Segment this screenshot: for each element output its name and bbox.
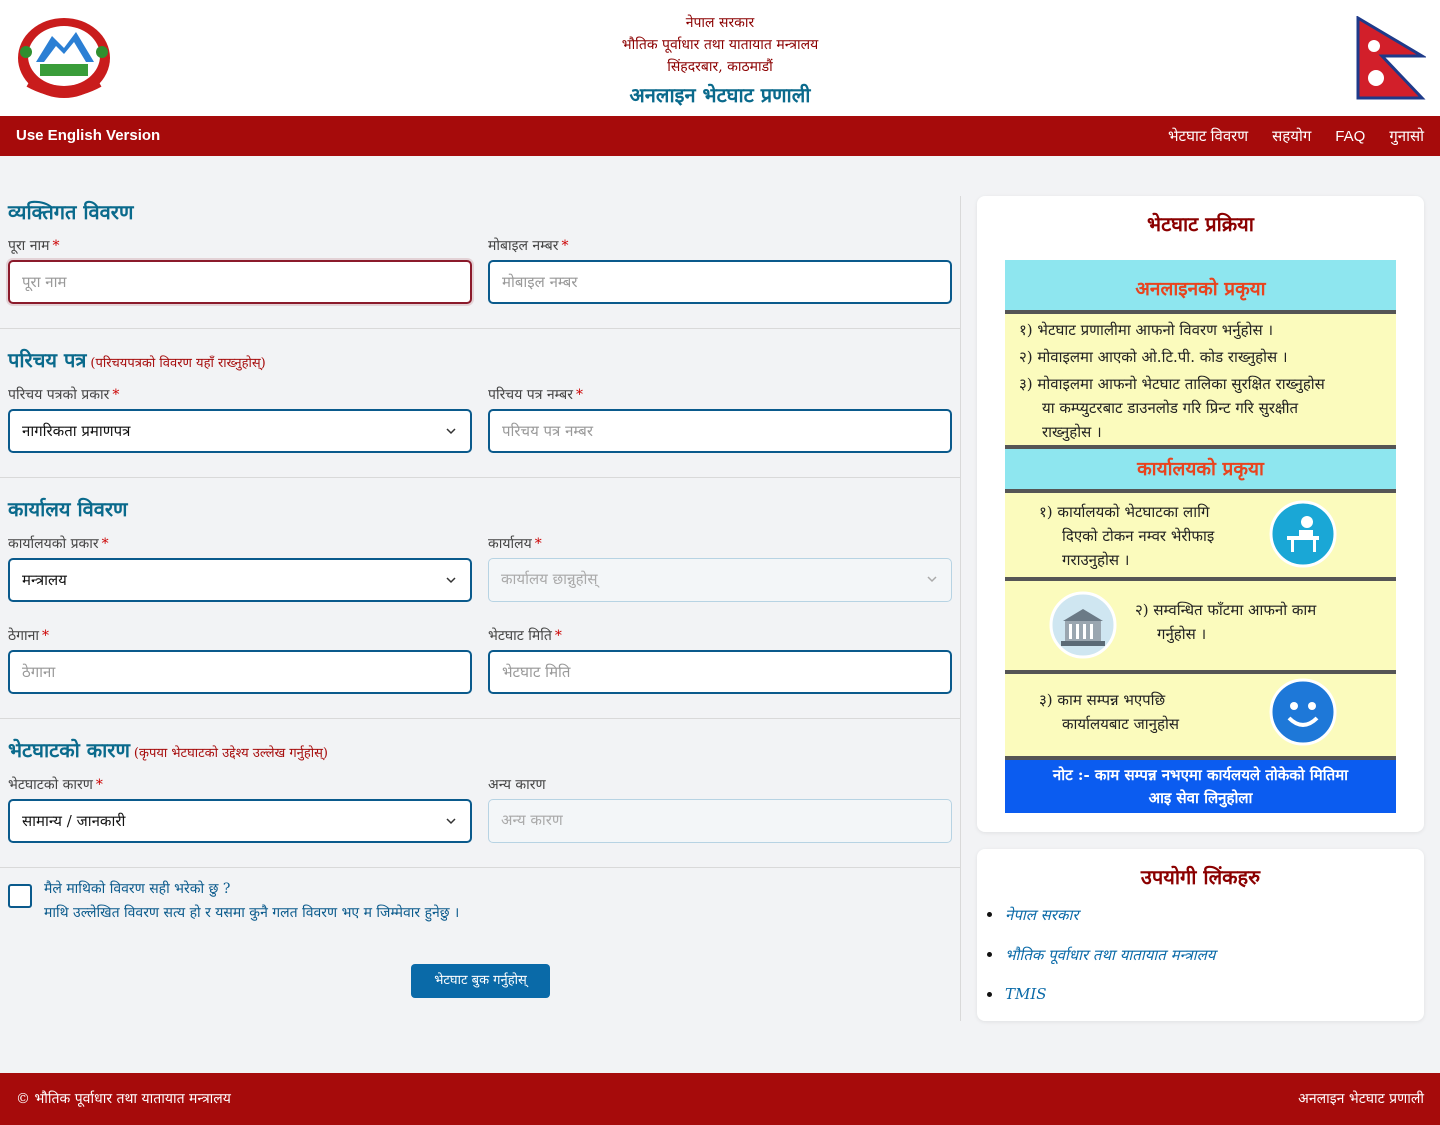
visit-date-label: भेटघाट मिति *	[488, 628, 562, 644]
address-input[interactable]: ठेगाना	[8, 650, 472, 694]
ministry-location: सिंहदरबार, काठमाडौं	[667, 59, 773, 75]
chevron-down-icon	[446, 428, 456, 435]
chevron-down-icon	[927, 576, 937, 583]
office-step-3-line1: ३) काम सम्पन्न भएपछि	[1039, 691, 1166, 709]
office-select[interactable]: कार्यालय छान्नुहोस्	[488, 558, 952, 602]
other-reason-label: अन्य कारण	[488, 777, 546, 793]
government-name: नेपाल सरकार	[685, 15, 755, 31]
reason-select[interactable]: सामान्य / जानकारी	[8, 799, 472, 843]
header-titles: नेपाल सरकार भौतिक पूर्वाधार तथा यातायात …	[420, 12, 1020, 110]
online-step-2: २) मोवाइलमा आएको ओ.टि.पी. कोड राख्नुहोस …	[1019, 348, 1288, 366]
system-title: अनलाइन भेटघाट प्रणाली	[629, 83, 811, 107]
chevron-down-icon	[446, 577, 456, 584]
section-title-reason: भेटघाटको कारण (कृपया भेटघाटको उद्देश्य उल…	[8, 738, 329, 762]
process-card: भेटघाट प्रक्रिया अनलाइनको प्रकृया १) भेट…	[977, 196, 1424, 832]
full-name-input[interactable]: पूरा नाम	[8, 260, 472, 304]
process-card-title: भेटघाट प्रक्रिया	[1147, 212, 1254, 236]
nepal-flag-icon	[1356, 16, 1426, 100]
online-step-3-cont2: राख्नुहोस ।	[1042, 423, 1102, 441]
main-navbar: Use English Version भेटघाट विवरण सहयोग F…	[0, 116, 1440, 156]
id-number-input[interactable]: परिचय पत्र नम्बर	[488, 409, 952, 453]
footer-copyright: © भौतिक पूर्वाधार तथा यातायात मन्त्रालय	[16, 1091, 231, 1107]
other-reason-input[interactable]: अन्य कारण	[488, 799, 952, 843]
divider	[0, 477, 960, 478]
appointment-form: व्यक्तिगत विवरण पूरा नाम * पूरा नाम मोबाइ…	[0, 196, 961, 1021]
declaration-checkbox[interactable]	[8, 884, 32, 908]
office-type-label: कार्यालयको प्रकार *	[8, 536, 109, 552]
link-tmis[interactable]: TMIS	[987, 985, 1216, 1003]
desk-worker-icon	[1269, 500, 1337, 568]
site-header: नेपाल सरकार भौतिक पूर्वाधार तथा यातायात …	[0, 0, 1440, 116]
divider	[0, 718, 960, 719]
office-type-select[interactable]: मन्त्रालय	[8, 558, 472, 602]
nav-item-faq[interactable]: FAQ	[1335, 128, 1365, 145]
link-government[interactable]: नेपाल सरकार	[987, 905, 1216, 925]
section-title-office: कार्यालय विवरण	[8, 497, 128, 521]
id-type-label: परिचय पत्रको प्रकार *	[8, 387, 120, 403]
note-line1: नोट :- काम सम्पन्न नभएमा कार्यलयले तोकेक…	[1052, 766, 1349, 784]
visit-date-input[interactable]: भेटघाट मिति	[488, 650, 952, 694]
online-step-3: ३) मोवाइलमा आफनो भेटघाट तालिका सुरक्षित …	[1019, 375, 1325, 393]
office-step-1-line1: १) कार्यालयको भेटघाटका लागि	[1039, 503, 1210, 521]
address-label: ठेगाना *	[8, 628, 50, 644]
submit-button[interactable]: भेटघाट बुक गर्नुहोस्	[411, 964, 550, 998]
declaration-statement: माथि उल्लेखित विवरण सत्य हो र यसमा कुनै …	[44, 905, 460, 921]
office-step-3-line2: कार्यालयबाट जानुहोस	[1062, 715, 1179, 733]
english-version-link[interactable]: Use English Version	[16, 116, 160, 156]
nav-item-complaint[interactable]: गुनासो	[1389, 126, 1424, 146]
full-name-label: पूरा नाम *	[8, 238, 60, 254]
id-type-select[interactable]: नागरिकता प्रमाणपत्र	[8, 409, 472, 453]
online-step-3-cont: या कम्प्युटरबाट डाउनलोड गरि प्रिन्ट गरि …	[1042, 399, 1299, 417]
section-title-id: परिचय पत्र (परिचयपत्रको विवरण यहाँ राख्नु…	[8, 348, 266, 372]
government-emblem-icon	[18, 18, 110, 98]
chevron-down-icon	[446, 818, 456, 825]
process-infographic: अनलाइनको प्रकृया १) भेटघाट प्रणालीमा आफन…	[1005, 260, 1396, 813]
useful-links-card: उपयोगी लिंकहरु नेपाल सरकार भौतिक पूर्वाध…	[977, 849, 1424, 1021]
ministry-name: भौतिक पूर्वाधार तथा यातायात मन्त्रालय	[621, 37, 819, 53]
smiley-face-icon	[1269, 678, 1337, 746]
id-number-label: परिचय पत्र नम्बर *	[488, 387, 583, 403]
office-step-2-line1: २) सम्वन्धित फाँटमा आफनो काम	[1135, 601, 1317, 619]
mobile-label: मोबाइल नम्बर *	[488, 238, 569, 254]
mobile-input[interactable]: मोबाइल नम्बर	[488, 260, 952, 304]
reason-label: भेटघाटको कारण *	[8, 777, 103, 793]
online-process-heading: अनलाइनको प्रकृया	[1005, 260, 1396, 312]
office-step-1-line3: गराउनुहोस ।	[1062, 551, 1130, 569]
office-process-heading: कार्यालयको प्रकृया	[1005, 449, 1396, 489]
divider	[0, 328, 960, 329]
site-footer: © भौतिक पूर्वाधार तथा यातायात मन्त्रालय …	[0, 1073, 1440, 1125]
nav-menu: भेटघाट विवरण सहयोग FAQ गुनासो	[1168, 116, 1424, 156]
government-building-icon	[1049, 591, 1117, 659]
office-step-2-line2: गर्नुहोस ।	[1157, 625, 1207, 643]
link-ministry[interactable]: भौतिक पूर्वाधार तथा यातायात मन्त्रालय	[987, 945, 1216, 965]
process-note: नोट :- काम सम्पन्न नभएमा कार्यलयले तोकेक…	[1005, 760, 1396, 813]
note-line2: आइ सेवा लिनुहोला	[1148, 789, 1253, 807]
divider	[0, 867, 960, 868]
declaration-question: मैले माथिको विवरण सही भरेको छु ?	[44, 881, 231, 897]
useful-links-title: उपयोगी लिंकहरु	[1140, 865, 1261, 889]
nav-item-help[interactable]: सहयोग	[1272, 126, 1311, 146]
online-step-1: १) भेटघाट प्रणालीमा आफनो विवरण भर्नुहोस …	[1019, 321, 1274, 339]
section-title-personal: व्यक्तिगत विवरण	[8, 200, 134, 224]
office-step-1-line2: दिएको टोकन नम्वर भेरीफाइ	[1062, 527, 1215, 545]
footer-system-name: अनलाइन भेटघाट प्रणाली	[1298, 1091, 1424, 1107]
useful-links-list: नेपाल सरकार भौतिक पूर्वाधार तथा यातायात …	[987, 905, 1216, 1023]
nav-item-appointment-details[interactable]: भेटघाट विवरण	[1168, 126, 1248, 146]
office-label: कार्यालय *	[488, 536, 542, 552]
